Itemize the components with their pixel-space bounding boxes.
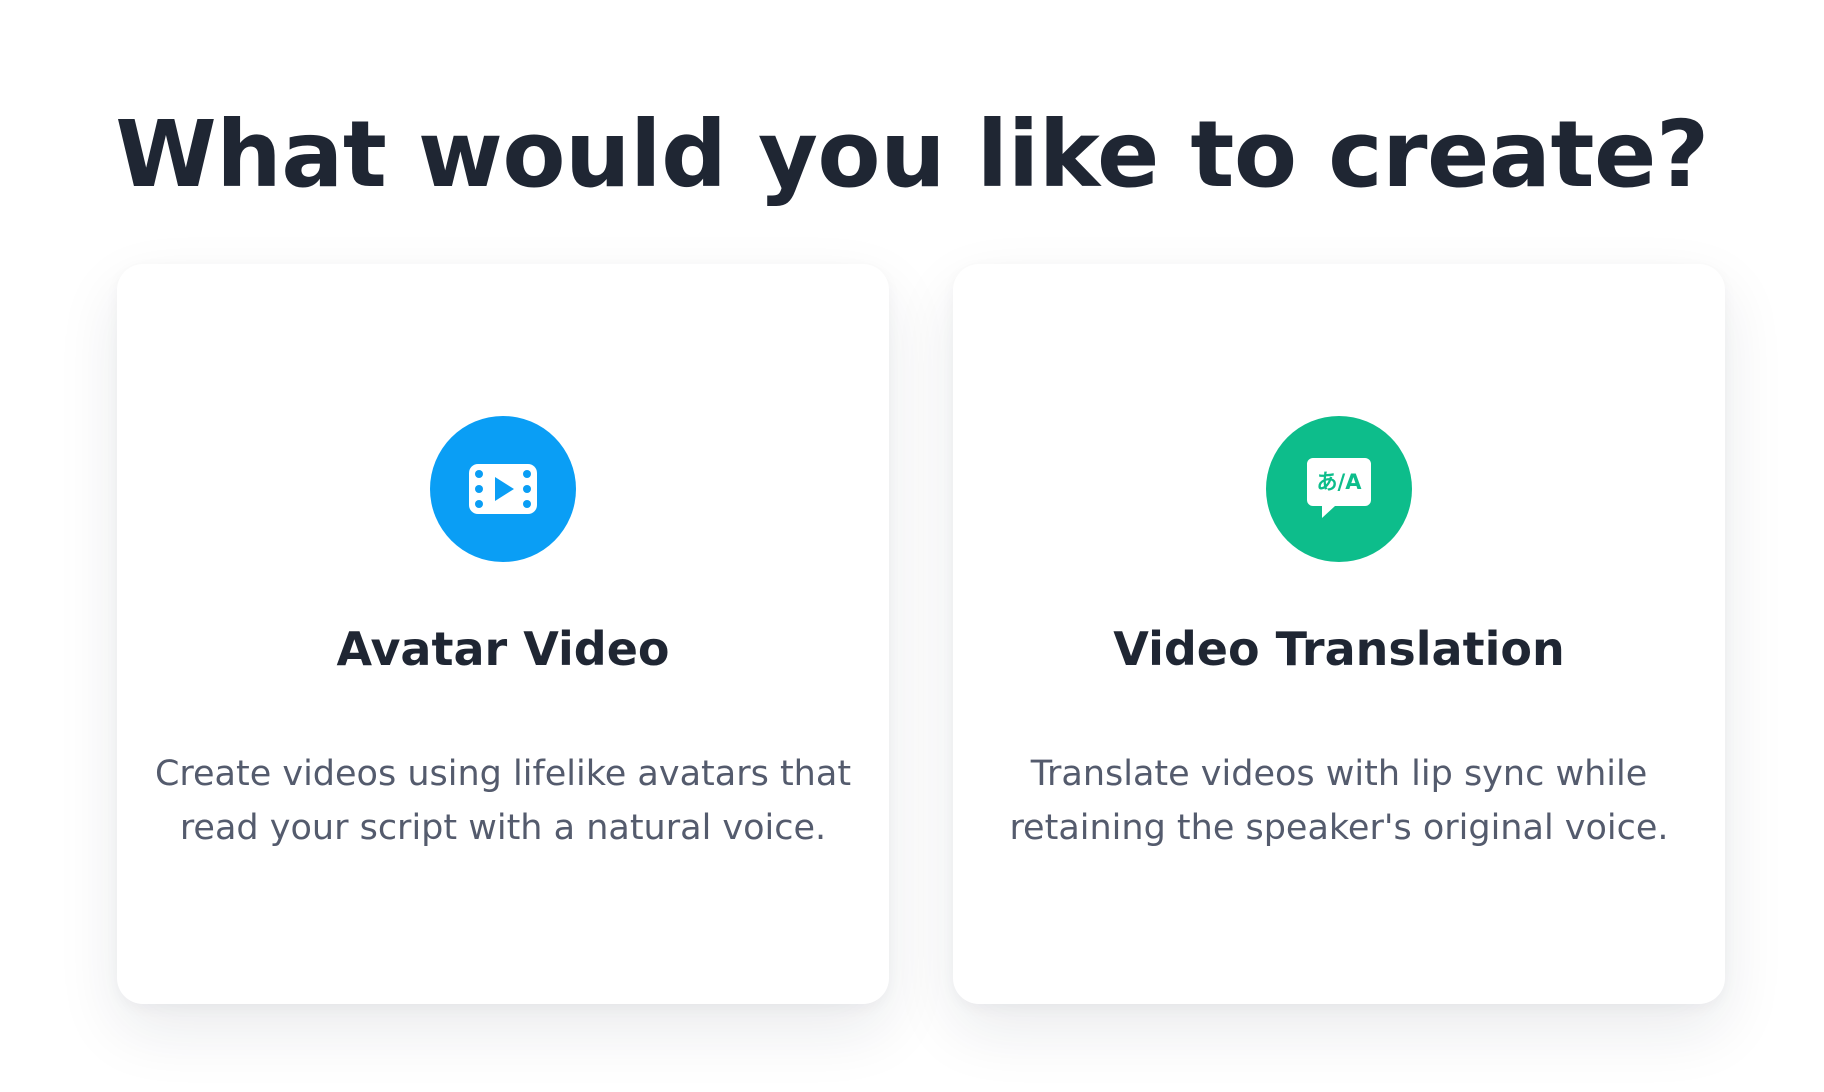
avatar-video-icon-badge <box>430 416 576 562</box>
video-play-icon <box>469 464 537 514</box>
video-translation-title: Video Translation <box>1113 622 1565 676</box>
page-title: What would you like to create? <box>115 101 1709 208</box>
video-translation-card[interactable]: あ/A Video Translation Translate videos w… <box>953 264 1725 1004</box>
translate-icon: あ/A <box>1307 458 1371 518</box>
avatar-video-card[interactable]: Avatar Video Create videos using lifelik… <box>117 264 889 1004</box>
video-translation-description: Translate videos with lip sync while ret… <box>1009 754 1669 848</box>
video-translation-icon-badge: あ/A <box>1266 416 1412 562</box>
translate-icon-glyph: あ/A <box>1317 470 1363 494</box>
avatar-video-title: Avatar Video <box>336 622 670 676</box>
avatar-video-description: Create videos using lifelike avatars tha… <box>154 754 852 848</box>
